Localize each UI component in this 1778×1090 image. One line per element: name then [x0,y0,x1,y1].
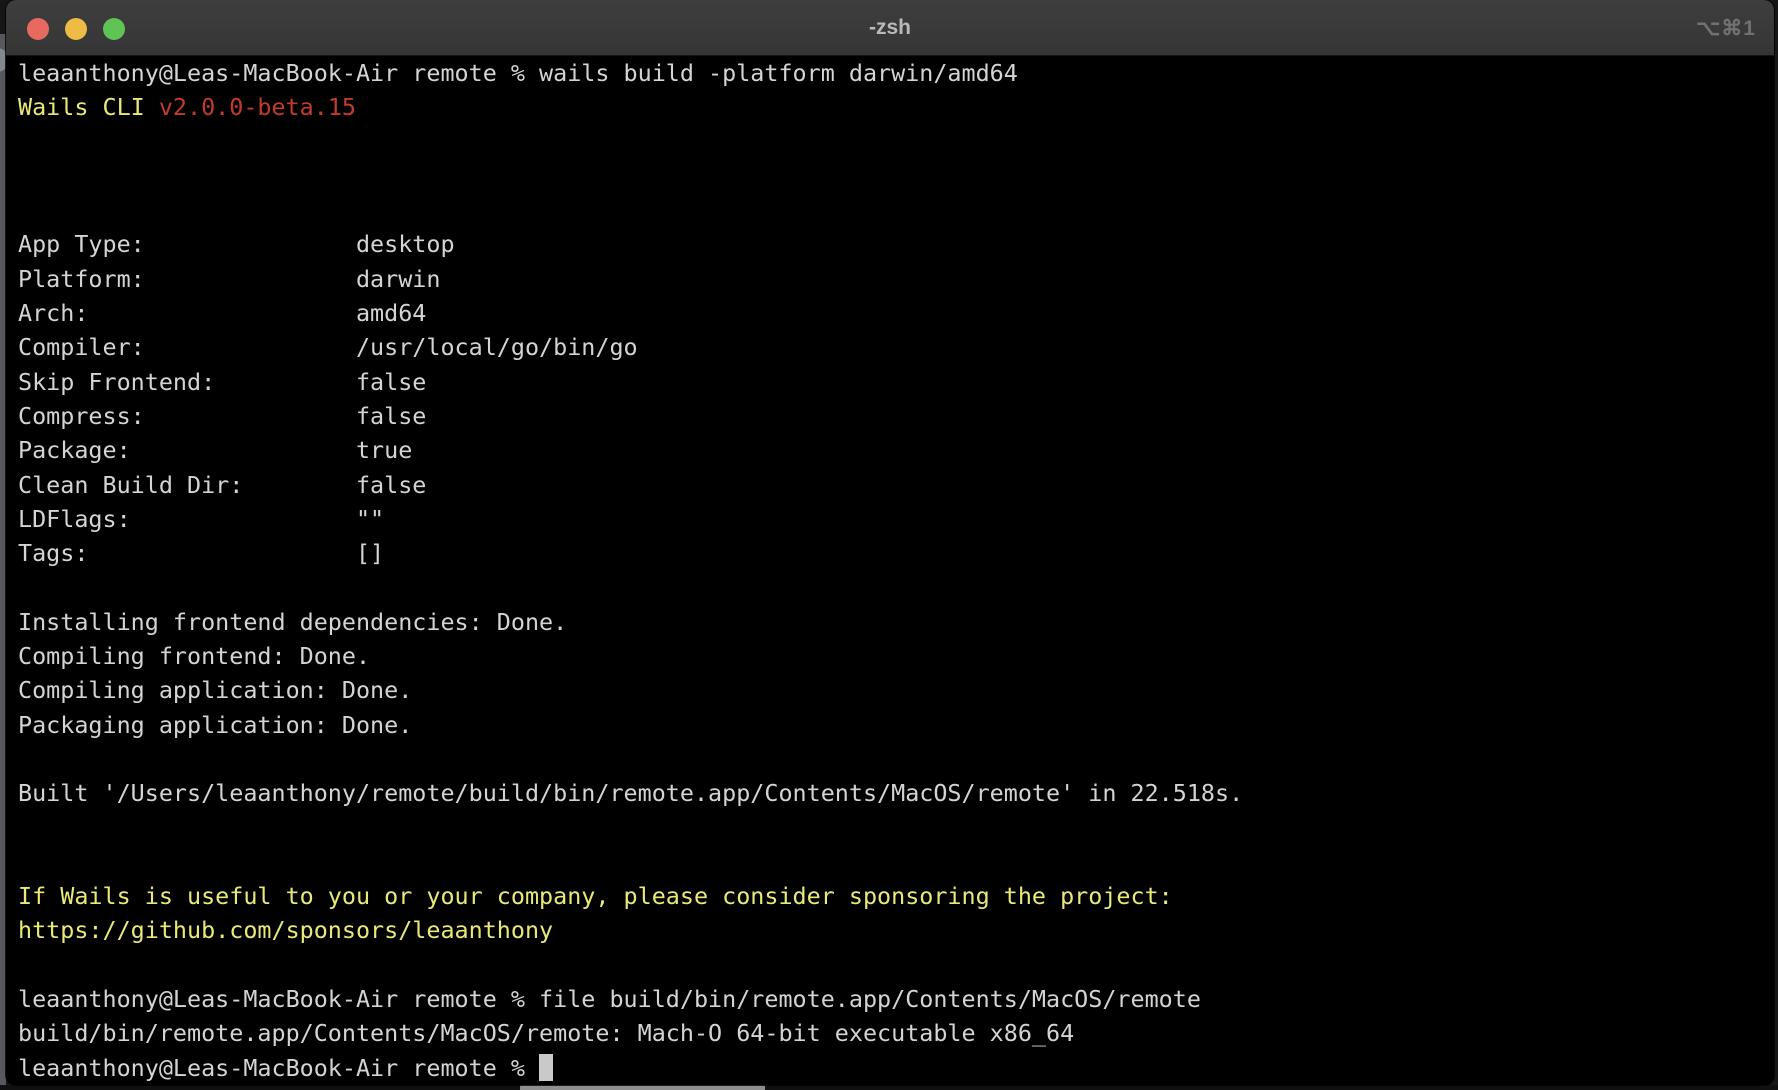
terminal-window: -zsh ⌥⌘1 leaanthony@Leas-MacBook-Air rem… [6,0,1774,1085]
terminal-text-segment: Installing frontend dependencies: Done. [18,608,567,636]
terminal-line: Arch: amd64 [18,296,1774,330]
terminal-text-segment: Platform: darwin [18,265,440,293]
terminal-screen[interactable]: leaanthony@Leas-MacBook-Air remote % wai… [6,56,1774,1085]
terminal-text-segment: Compress: false [18,402,426,430]
terminal-line: App Type: desktop [18,227,1774,261]
terminal-text-segment: Packaging application: Done. [18,711,412,739]
terminal-line: Platform: darwin [18,262,1774,296]
terminal-text-segment: leaanthony@Leas-MacBook-Air remote % fil… [18,985,1201,1013]
terminal-line [18,742,1774,776]
terminal-text-segment: Tags: [] [18,539,384,567]
terminal-line: Packaging application: Done. [18,708,1774,742]
terminal-text-segment: leaanthony@Leas-MacBook-Air remote % wai… [18,59,1018,87]
terminal-line [18,570,1774,604]
terminal-line: Package: true [18,433,1774,467]
terminal-line: Compiler: /usr/local/go/bin/go [18,330,1774,364]
terminal-text-segment: build/bin/remote.app/Contents/MacOS/remo… [18,1019,1074,1047]
terminal-text-segment: Skip Frontend: false [18,368,426,396]
terminal-text-segment: v2.0.0-beta.15 [159,93,356,121]
window-titlebar[interactable]: -zsh ⌥⌘1 [6,0,1774,56]
terminal-line: leaanthony@Leas-MacBook-Air remote % fil… [18,982,1774,1016]
desktop-background [0,1085,1778,1090]
terminal-line: leaanthony@Leas-MacBook-Air remote % wai… [18,56,1774,90]
terminal-line: LDFlags: "" [18,502,1774,536]
terminal-line: If Wails is useful to you or your compan… [18,879,1774,913]
terminal-line: Compiling frontend: Done. [18,639,1774,673]
terminal-line [18,125,1774,159]
terminal-text-segment: LDFlags: "" [18,505,384,533]
terminal-line [18,845,1774,879]
terminal-text-segment: If Wails is useful to you or your compan… [18,882,1173,910]
terminal-text-segment: Compiling frontend: Done. [18,642,370,670]
terminal-line: build/bin/remote.app/Contents/MacOS/remo… [18,1016,1774,1050]
terminal-line: Built '/Users/leaanthony/remote/build/bi… [18,776,1774,810]
window-title: -zsh [6,0,1774,55]
terminal-line: Tags: [] [18,536,1774,570]
terminal-line: Compress: false [18,399,1774,433]
terminal-line: Clean Build Dir: false [18,468,1774,502]
terminal-text-segment: Wails CLI [18,93,159,121]
terminal-line: Wails CLI v2.0.0-beta.15 [18,90,1774,124]
tab-shortcut-label: ⌥⌘1 [1696,0,1756,55]
terminal-text-segment: https://github.com/sponsors/leaanthony [18,916,553,944]
terminal-line [18,811,1774,845]
terminal-text-segment: leaanthony@Leas-MacBook-Air remote % [18,1054,539,1082]
terminal-line: Installing frontend dependencies: Done. [18,605,1774,639]
terminal-line [18,948,1774,982]
text-cursor [539,1054,553,1081]
terminal-line [18,193,1774,227]
terminal-text-segment: App Type: desktop [18,230,455,258]
terminal-text-segment: Arch: amd64 [18,299,426,327]
terminal-line: Skip Frontend: false [18,365,1774,399]
terminal-text-segment: Compiling application: Done. [18,676,412,704]
terminal-line: https://github.com/sponsors/leaanthony [18,913,1774,947]
terminal-line: leaanthony@Leas-MacBook-Air remote % [18,1051,1774,1085]
terminal-text-segment: Package: true [18,436,412,464]
terminal-line: Compiling application: Done. [18,673,1774,707]
background-window-bottom-edge [520,1085,765,1090]
terminal-text-segment: Compiler: /usr/local/go/bin/go [18,333,638,361]
terminal-text-segment: Built '/Users/leaanthony/remote/build/bi… [18,779,1243,807]
terminal-line [18,159,1774,193]
terminal-text-segment: Clean Build Dir: false [18,471,426,499]
